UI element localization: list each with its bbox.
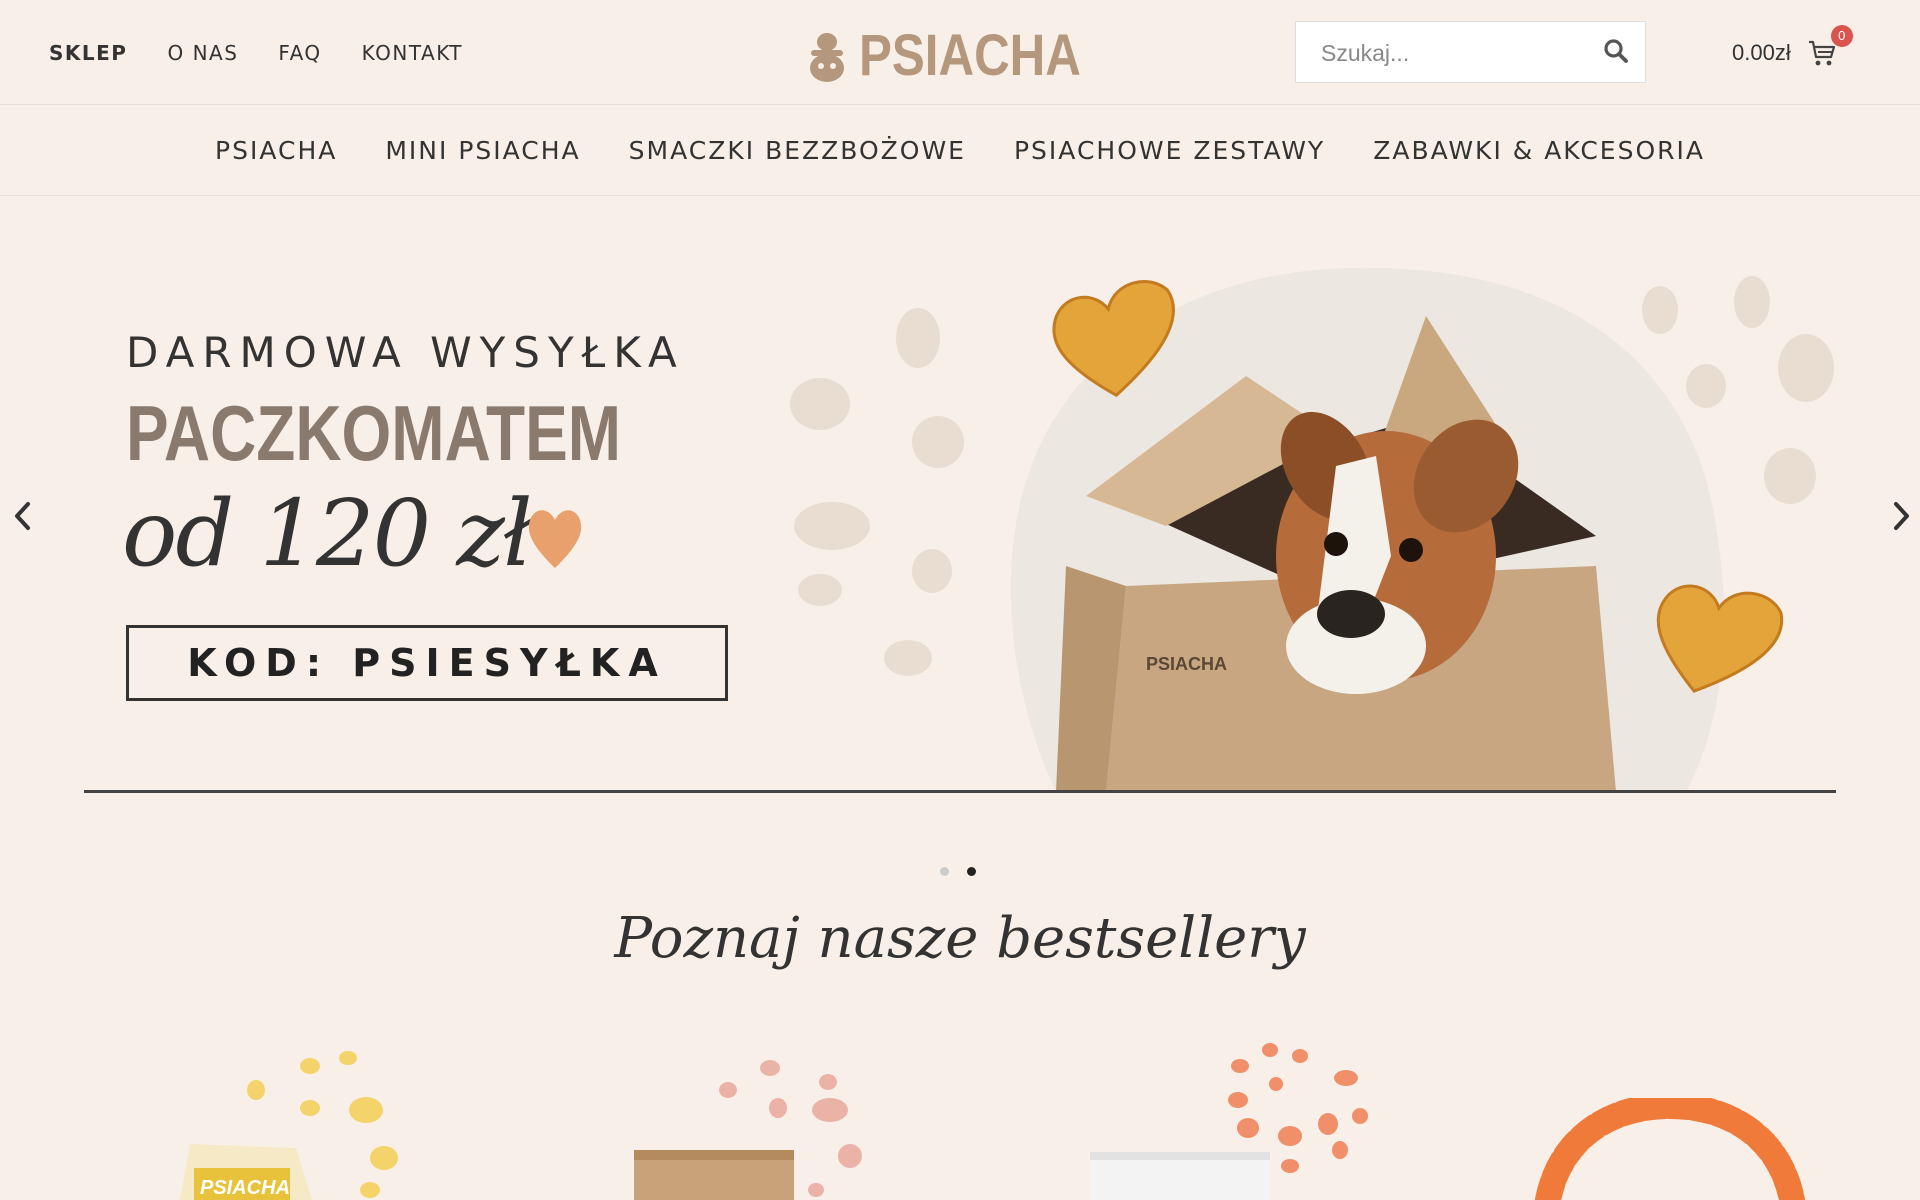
logo-text: PSIACHA <box>859 23 1081 88</box>
slider-dot-1[interactable] <box>940 867 949 876</box>
hero-price-threshold: od 120 zł <box>122 480 533 587</box>
mini-cart[interactable]: 0.00zł 0 <box>1732 25 1853 68</box>
heart-icon <box>528 510 582 568</box>
hero-slider: DARMOWA WYSYŁKA PACZKOMATEM od 120 zł KO… <box>0 196 1920 796</box>
top-nav-o-nas[interactable]: O NAS <box>167 41 238 65</box>
main-nav-psiachowe-zestawy[interactable]: PSIACHOWE ZESTAWY <box>1014 136 1325 165</box>
dog-logo-icon <box>810 32 844 82</box>
hero-subheadline: PACZKOMATEM <box>126 389 622 477</box>
product-preview-3[interactable] <box>1090 1040 1390 1200</box>
search-input[interactable] <box>1296 22 1613 84</box>
cart-count-badge: 0 <box>1830 25 1853 47</box>
top-nav-faq[interactable]: FAQ <box>278 41 321 65</box>
box-label: PSIACHA <box>1146 654 1227 674</box>
hero-divider <box>84 790 1836 793</box>
chevron-left-icon[interactable] <box>8 496 38 536</box>
top-nav-kontakt[interactable]: KONTAKT <box>362 41 463 65</box>
site-logo[interactable]: PSIACHA <box>807 22 1120 89</box>
search-box <box>1295 21 1646 84</box>
main-nav-mini-psiacha[interactable]: MINI PSIACHA <box>385 136 580 165</box>
main-nav-zabawki-akcesoria[interactable]: ZABAWKI & AKCESORIA <box>1373 136 1705 165</box>
hero-headline: DARMOWA WYSYŁKA <box>126 328 685 377</box>
slider-dot-2[interactable] <box>967 867 976 876</box>
hero-dog-photo: PSIACHA <box>1010 267 1784 792</box>
top-nav-sklep[interactable]: SKLEP <box>49 41 127 65</box>
promo-code-box: KOD: PSIESYŁKA <box>126 625 728 701</box>
product-card-label: PSIACHA <box>200 1177 290 1199</box>
main-nav-psiacha[interactable]: PSIACHA <box>215 136 337 165</box>
slider-pagination <box>940 867 976 876</box>
top-nav: SKLEP O NAS FAQ KONTAKT <box>49 41 463 65</box>
cart-icon[interactable]: 0 <box>1807 25 1853 68</box>
top-bar: SKLEP O NAS FAQ KONTAKT PSIACHA 0.00zł <box>0 0 1920 105</box>
bestsellers-title: Poznaj nasze bestsellery <box>614 906 1306 971</box>
product-preview-toy-ring[interactable] <box>1530 1098 1810 1200</box>
main-nav: PSIACHA MINI PSIACHA SMACZKI BEZZBOŻOWE … <box>0 105 1920 196</box>
search-icon[interactable] <box>1603 38 1629 69</box>
product-preview-1[interactable]: PSIACHA <box>160 1040 420 1200</box>
paw-spots-decoration <box>790 308 964 676</box>
product-preview-2[interactable] <box>620 1050 880 1200</box>
chevron-right-icon[interactable] <box>1886 496 1916 536</box>
main-nav-smaczki-bezzbozowe[interactable]: SMACZKI BEZZBOŻOWE <box>629 136 966 165</box>
cart-total: 0.00zł <box>1732 40 1791 65</box>
